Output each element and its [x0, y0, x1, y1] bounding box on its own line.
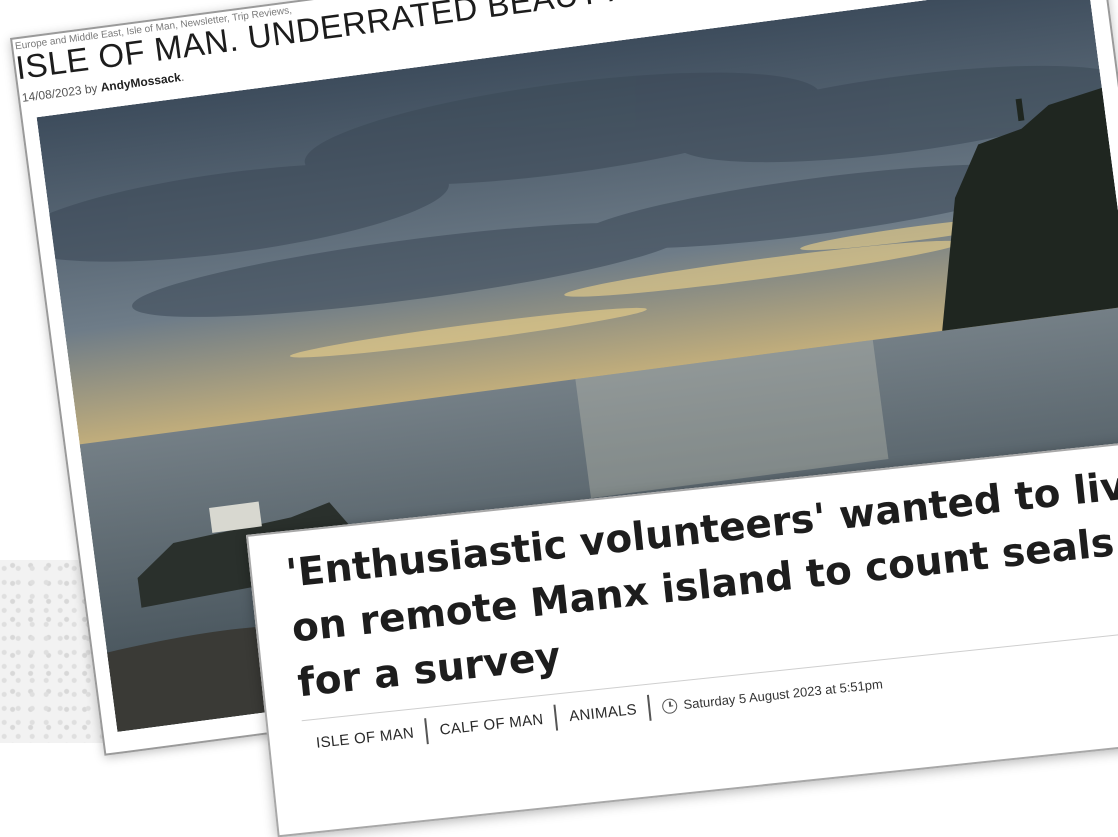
by-label: by [83, 81, 99, 97]
article-date: 14/08/2023 [21, 83, 83, 105]
tag-divider [647, 694, 653, 721]
tag-isle-of-man[interactable]: ISLE OF MAN [303, 723, 426, 753]
tag-animals[interactable]: ANIMALS [556, 699, 649, 726]
author-suffix: . [179, 69, 185, 84]
tag-calf-of-man[interactable]: CALF OF MAN [427, 709, 556, 739]
clock-icon [661, 697, 679, 714]
published-timestamp: Saturday 5 August 2023 at 5:51pm [682, 675, 884, 712]
